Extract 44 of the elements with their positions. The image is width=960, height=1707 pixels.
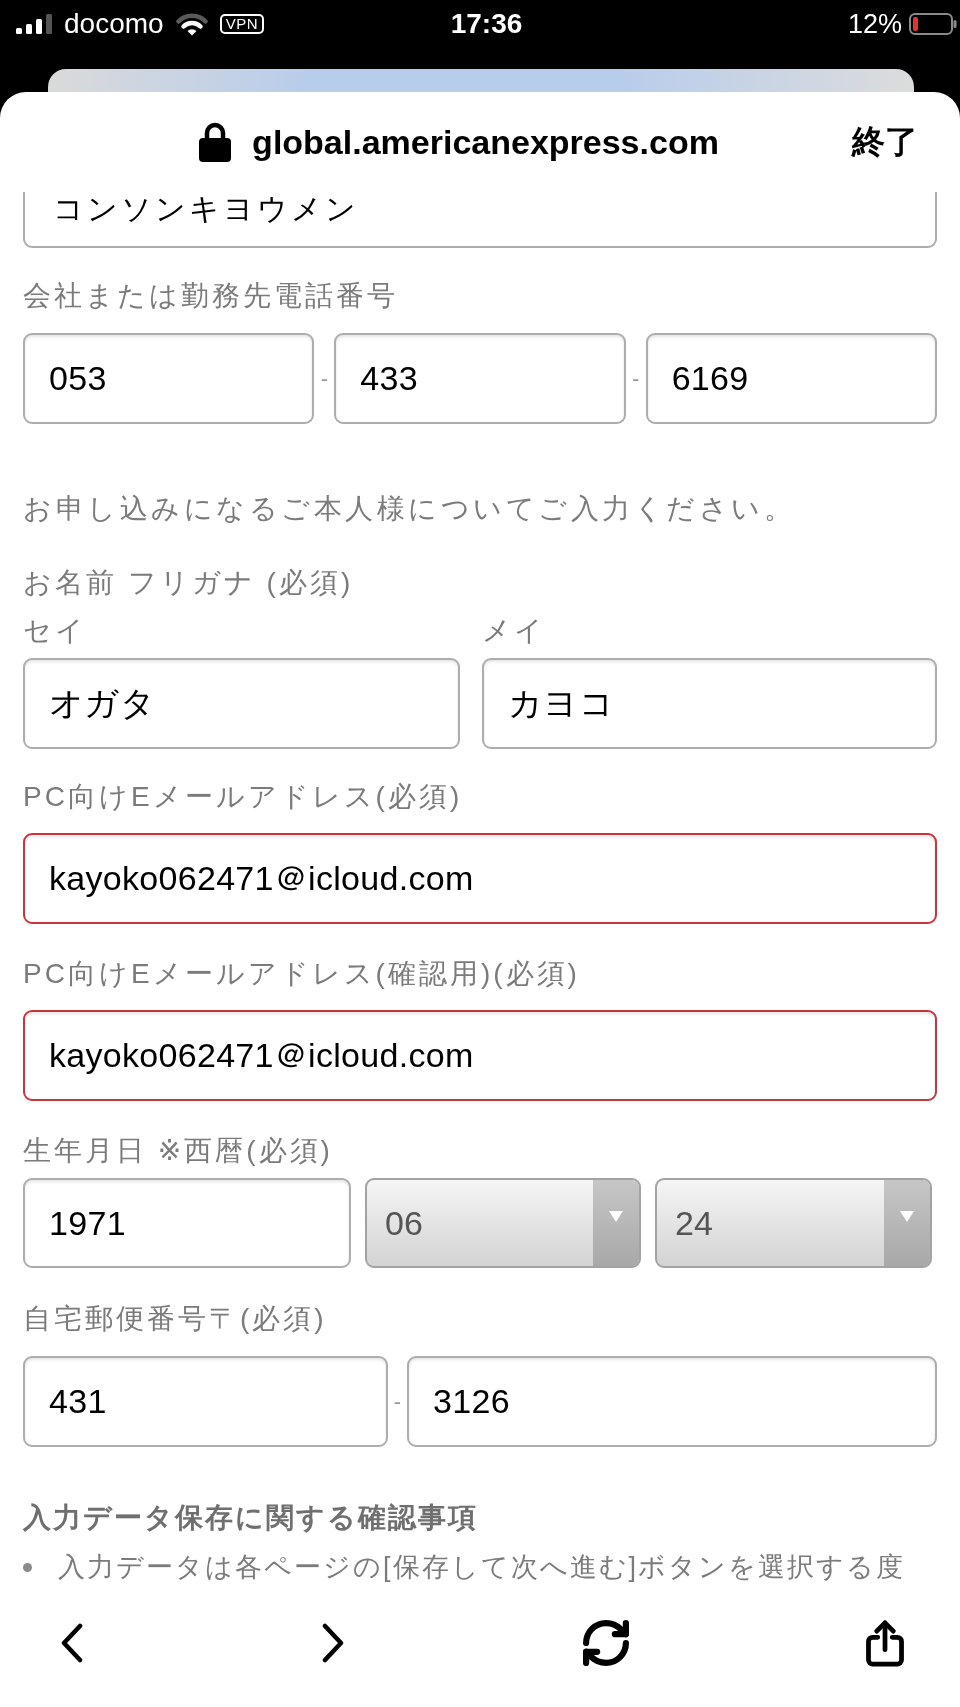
field-sublabel: セイ (23, 614, 88, 648)
wifi-icon (175, 12, 208, 36)
refresh-icon[interactable] (582, 1620, 629, 1666)
vpn-badge: VPN (219, 14, 264, 34)
input-field[interactable]: 6169 (645, 333, 937, 424)
select-field[interactable]: 06 (365, 1178, 641, 1268)
input-field[interactable]: 433 (334, 333, 626, 424)
chevron-left-icon[interactable] (60, 1623, 84, 1663)
list-item-text: 入力データは各ページの[保存して次へ進む]ボタンを選択する度 (58, 1551, 905, 1584)
input-field[interactable]: 3126 (407, 1356, 937, 1447)
input-field[interactable]: 053 (23, 333, 315, 424)
field-label: PC向けEメールアドレス(確認用)(必須) (23, 957, 581, 991)
input-field[interactable]: 1971 (23, 1178, 351, 1268)
share-icon[interactable] (866, 1619, 904, 1667)
carrier-name: docomo (64, 8, 164, 40)
status-time: 17:36 (450, 8, 523, 40)
separator-text: - (631, 364, 641, 393)
battery-icon (909, 13, 957, 35)
lock-icon (199, 122, 232, 162)
input-field[interactable]: kayoko062471＠icloud.com (23, 833, 937, 924)
field-label: 生年月日 ※西暦(必須) (23, 1134, 334, 1168)
caret-icon (593, 1180, 639, 1266)
field-label: 会社または勤務先電話番号 (23, 279, 399, 313)
bullet-icon (23, 1562, 32, 1572)
input-field[interactable]: オガタ (23, 658, 460, 749)
input-field[interactable]: カヨコ (482, 658, 937, 749)
intro-text: お申し込みになるご本人様についてご入力ください。 (23, 492, 796, 526)
field-label: お名前 フリガナ (必須) (23, 566, 355, 600)
done-button[interactable]: 終了 (852, 122, 918, 162)
separator-text: - (392, 1387, 403, 1416)
battery-percent: 12% (847, 8, 902, 40)
section-heading: 入力データ保存に関する確認事項 (23, 1501, 479, 1535)
signal-icon (16, 14, 52, 34)
input-field[interactable]: コンソンキヨウメン (23, 192, 937, 248)
caret-icon (884, 1180, 930, 1266)
field-sublabel: メイ (482, 614, 547, 648)
url-text: global.americanexpress.com (252, 122, 719, 162)
field-label: 自宅郵便番号〒(必須) (23, 1302, 328, 1336)
separator-text: - (319, 364, 329, 393)
chevron-right-icon[interactable] (321, 1623, 346, 1663)
input-field[interactable]: kayoko062471＠icloud.com (23, 1010, 937, 1101)
input-field[interactable]: 431 (23, 1356, 388, 1447)
select-field[interactable]: 24 (655, 1178, 932, 1268)
field-label: PC向けEメールアドレス(必須) (23, 780, 464, 814)
